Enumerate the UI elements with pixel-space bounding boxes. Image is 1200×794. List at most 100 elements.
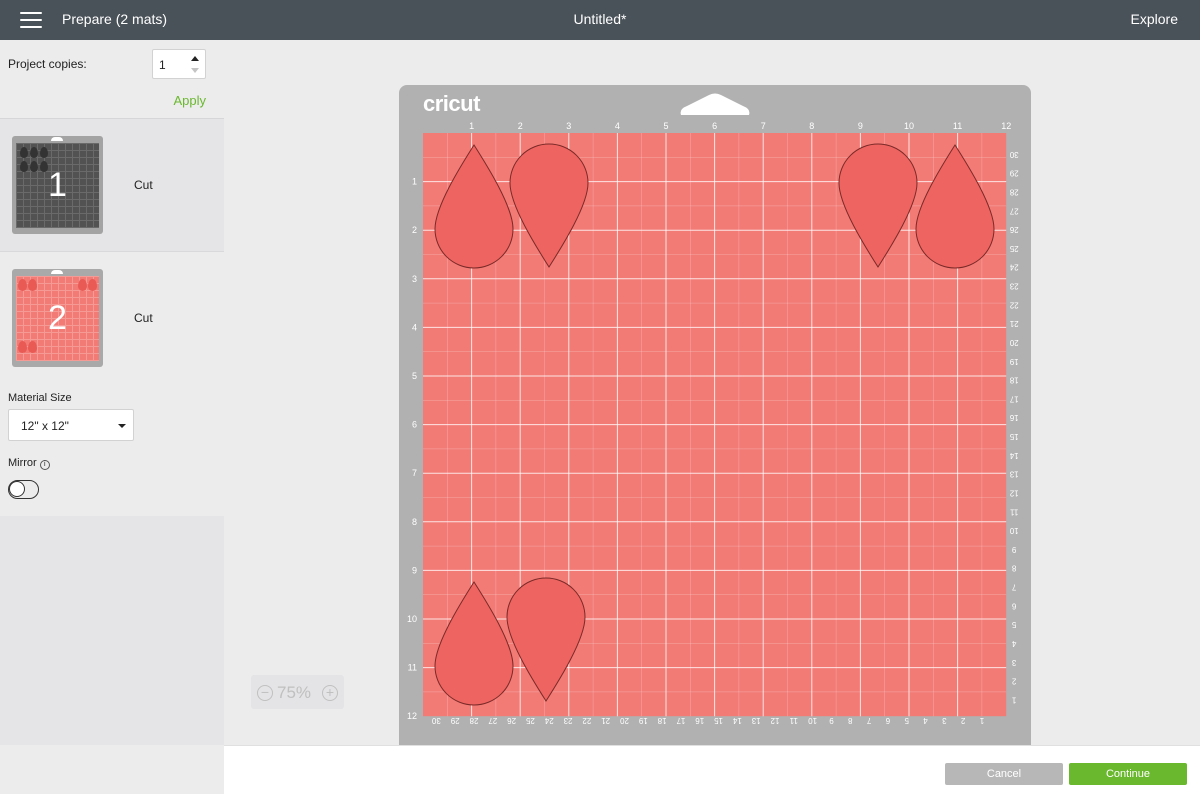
shape-icon xyxy=(20,147,28,158)
ruler-bottom-label: 14 xyxy=(732,716,741,725)
ruler-right-label: 15 xyxy=(1009,432,1018,441)
continue-button[interactable]: Continue xyxy=(1069,763,1187,785)
ruler-bottom-label: 7 xyxy=(866,716,871,725)
ruler-top-label: 12 xyxy=(1001,121,1011,131)
ruler-left-label: 2 xyxy=(412,225,417,235)
shape-icon xyxy=(88,279,97,291)
ruler-left-label: 7 xyxy=(412,468,417,478)
ruler-bottom-label: 12 xyxy=(770,716,779,725)
material-size-select[interactable]: 12" x 12" xyxy=(8,409,134,441)
decrement-arrow-icon[interactable] xyxy=(191,68,199,73)
ruler-top-label: 7 xyxy=(761,121,766,131)
ruler-top-label: 4 xyxy=(615,121,620,131)
ruler-right-label: 28 xyxy=(1009,187,1018,196)
info-icon[interactable]: i xyxy=(39,460,50,470)
ruler-bottom-label: 18 xyxy=(657,716,666,725)
ruler-right-label: 12 xyxy=(1009,488,1018,497)
shape-icon xyxy=(18,341,27,353)
material-size-value: 12" x 12" xyxy=(21,419,69,433)
ruler-bottom-label: 10 xyxy=(808,716,817,725)
footer-left xyxy=(0,745,224,794)
mirror-toggle[interactable] xyxy=(8,480,39,499)
ruler-bottom-label: 2 xyxy=(960,716,965,725)
mat-list-item-1[interactable]: 1 Cut xyxy=(0,119,224,252)
explore-link[interactable]: Explore xyxy=(1131,11,1178,27)
ruler-bottom-label: 23 xyxy=(563,716,572,725)
ruler-top-label: 3 xyxy=(566,121,571,131)
shape-icon xyxy=(28,341,37,353)
ruler-left-label: 5 xyxy=(412,371,417,381)
increment-arrow-icon[interactable] xyxy=(191,56,199,61)
ruler-right-label: 5 xyxy=(1011,620,1016,629)
mat-number: 2 xyxy=(48,299,67,337)
ruler-bottom-label: 24 xyxy=(544,716,553,725)
zoom-out-icon[interactable]: − xyxy=(257,685,273,701)
zoom-in-icon[interactable]: + xyxy=(322,685,338,701)
ruler-top-label: 10 xyxy=(904,121,914,131)
ruler-bottom-label: 3 xyxy=(942,716,947,725)
toggle-knob xyxy=(9,481,25,497)
ruler-bottom-label: 26 xyxy=(507,716,516,725)
ruler-right-label: 18 xyxy=(1009,376,1018,385)
ruler-bottom-label: 1 xyxy=(979,716,984,725)
ruler-bottom-label: 27 xyxy=(488,716,497,725)
ruler-right-label: 25 xyxy=(1009,244,1018,253)
material-size-label: Material Size xyxy=(8,392,72,404)
ruler-bottom-label: 11 xyxy=(789,716,798,725)
ruler-right-label: 11 xyxy=(1010,507,1019,516)
shape-icon xyxy=(28,279,37,291)
ruler-bottom-label: 9 xyxy=(829,716,834,725)
sidebar: Project copies: 1 Apply 1 Cut 2 Cut Mate… xyxy=(0,40,224,745)
mirror-label: Mirror i xyxy=(8,457,50,470)
ruler-bottom-label: 6 xyxy=(885,716,890,725)
ruler-right-label: 6 xyxy=(1011,601,1016,610)
ruler-bottom-label: 15 xyxy=(714,716,723,725)
ruler-left-label: 4 xyxy=(412,322,417,332)
shape-icon xyxy=(40,147,48,158)
ruler-right-label: 27 xyxy=(1009,206,1018,215)
apply-button[interactable]: Apply xyxy=(173,93,206,108)
ruler-right-label: 23 xyxy=(1009,282,1018,291)
project-copies-value[interactable]: 1 xyxy=(159,58,166,72)
ruler-bottom-label: 5 xyxy=(904,716,909,725)
ruler-top-label: 9 xyxy=(858,121,863,131)
ruler-left-label: 10 xyxy=(407,614,417,624)
ruler-left-label: 6 xyxy=(412,420,417,430)
mat-tab-icon xyxy=(51,137,63,141)
ruler-right-label: 26 xyxy=(1009,225,1018,234)
ruler-right-label: 9 xyxy=(1011,545,1016,554)
ruler-bottom-label: 19 xyxy=(638,716,647,725)
ruler-bottom-label: 8 xyxy=(848,716,853,725)
ruler-right-label: 13 xyxy=(1009,470,1018,479)
ruler-top-label: 5 xyxy=(663,121,668,131)
mat-settings: Material Size 12" x 12" Mirror i xyxy=(0,385,224,516)
cutting-mat: cricut 1 2 3 4 5 6 7 8 9 10 11 12 1 2 3 4 5 6 7 8 9 10 11 12 30 2… xyxy=(399,85,1031,745)
mirror-label-text: Mirror xyxy=(8,457,37,469)
mat-thumbnail-1[interactable]: 1 xyxy=(12,136,103,234)
cancel-button[interactable]: Cancel xyxy=(945,763,1063,785)
ruler-left-label: 3 xyxy=(412,274,417,284)
ruler-bottom-label: 16 xyxy=(695,716,704,725)
ruler-top-label: 1 xyxy=(469,121,474,131)
ruler-top-label: 6 xyxy=(712,121,717,131)
shape-icon xyxy=(30,147,38,158)
project-copies-stepper[interactable]: 1 xyxy=(152,49,206,79)
mat-list-item-2[interactable]: 2 Cut xyxy=(0,252,224,385)
ruler-right-label: 30 xyxy=(1009,150,1018,159)
ruler-bottom-label: 30 xyxy=(431,716,440,725)
ruler-right-label: 3 xyxy=(1011,658,1016,667)
ruler-left-label: 12 xyxy=(407,711,417,721)
zoom-control: − 75% + xyxy=(251,675,344,709)
ruler-bottom-label: 20 xyxy=(620,716,629,725)
mat-number: 1 xyxy=(48,166,67,204)
ruler-bottom-label: 25 xyxy=(525,716,534,725)
ruler-right-label: 19 xyxy=(1009,357,1018,366)
shape-icon xyxy=(78,279,87,291)
ruler-top-label: 2 xyxy=(518,121,523,131)
document-title: Untitled* xyxy=(573,11,627,27)
ruler-right-label: 10 xyxy=(1009,526,1018,535)
mat-thumbnail-2[interactable]: 2 xyxy=(12,269,103,367)
ruler-bottom-label: 17 xyxy=(676,716,685,725)
ruler-right-label: 20 xyxy=(1009,338,1018,347)
mat-action-label: Cut xyxy=(134,178,153,192)
